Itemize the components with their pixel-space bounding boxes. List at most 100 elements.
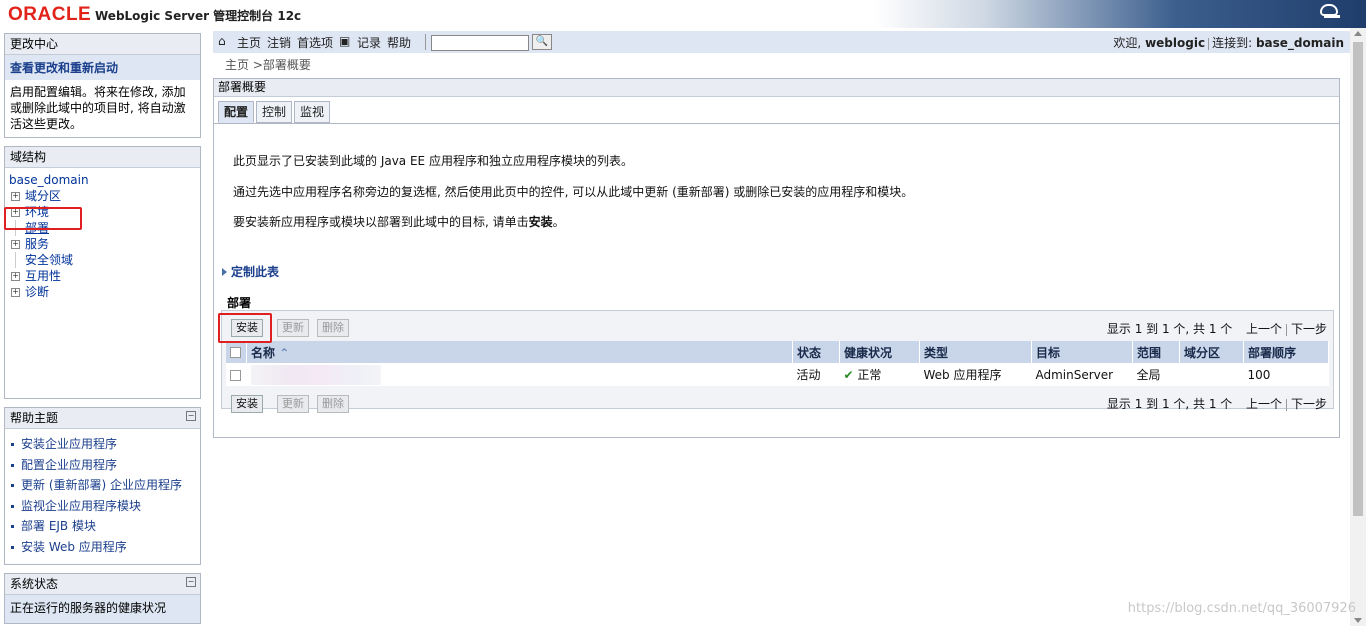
col-target[interactable]: 目标 bbox=[1031, 341, 1133, 363]
tree-item-interoperability[interactable]: + 互用性 bbox=[9, 268, 196, 284]
col-scope[interactable]: 范围 bbox=[1132, 341, 1180, 363]
welcome-area: 欢迎, weblogic 连接到: base_domain bbox=[1113, 36, 1344, 50]
tree-item-partitions[interactable]: + 域分区 bbox=[9, 188, 196, 204]
next-link[interactable]: 下一步 bbox=[1291, 397, 1327, 411]
description-2: 通过先选中应用程序名称旁边的复选框, 然后使用此页中的控件, 可以从此域中更新 … bbox=[233, 185, 914, 199]
highlight-box bbox=[218, 313, 272, 343]
system-status-text: 正在运行的服务器的健康状况 bbox=[5, 594, 200, 623]
scroll-down-icon[interactable] bbox=[1354, 618, 1362, 623]
ok-check-icon: ✔ bbox=[843, 368, 854, 382]
prev-link[interactable]: 上一个 bbox=[1246, 397, 1282, 411]
help-link[interactable]: 部署 EJB 模块 bbox=[9, 516, 196, 537]
scroll-thumb[interactable] bbox=[1353, 42, 1363, 516]
help-link[interactable]: 更新 (重新部署) 企业应用程序 bbox=[9, 475, 196, 496]
help-link[interactable]: 帮助 bbox=[387, 34, 411, 51]
row-health: ✔ 正常 bbox=[839, 363, 920, 386]
sort-asc-icon: ⌃ bbox=[279, 345, 290, 360]
scroll-up-icon[interactable] bbox=[1354, 31, 1362, 36]
page-scrollbar[interactable] bbox=[1350, 28, 1366, 626]
logout-link[interactable]: 注销 bbox=[267, 34, 291, 51]
deployments-table: 名称 ⌃ 状态 健康状况 类型 目标 范围 域分区 部署顺序 活动 ✔ 正常 W… bbox=[226, 341, 1329, 386]
left-column: 更改中心 查看更改和重新启动 启用配置编辑。将来在修改, 添加或删除此域中的项目… bbox=[4, 33, 201, 632]
help-link[interactable]: 配置企业应用程序 bbox=[9, 455, 196, 476]
row-checkbox[interactable] bbox=[226, 363, 247, 386]
row-type: Web 应用程序 bbox=[919, 363, 1032, 386]
delete-button[interactable]: 删除 bbox=[317, 319, 349, 337]
help-link[interactable]: 安装企业应用程序 bbox=[9, 434, 196, 455]
select-all-checkbox[interactable] bbox=[226, 341, 247, 363]
redacted-name bbox=[250, 364, 381, 385]
tab-configuration[interactable]: 配置 bbox=[218, 101, 255, 123]
tree-item-services[interactable]: + 服务 bbox=[9, 236, 196, 252]
row-status: 活动 bbox=[792, 363, 840, 386]
watermark: https://blog.csdn.net/qq_36007926 bbox=[1127, 601, 1356, 616]
col-health[interactable]: 健康状况 bbox=[839, 341, 920, 363]
system-status-title: 系统状态 − bbox=[5, 573, 200, 595]
domain-structure-title: 域结构 bbox=[5, 147, 200, 168]
view-changes-link[interactable]: 查看更改和重新启动 bbox=[5, 55, 200, 80]
col-order[interactable]: 部署顺序 bbox=[1243, 341, 1329, 363]
deployments-summary-panel: 部署概要 配置 控制 监视 此页显示了已安装到此域的 Java EE 应用程序和… bbox=[213, 78, 1340, 438]
expand-icon[interactable]: + bbox=[11, 272, 20, 281]
prev-link[interactable]: 上一个 bbox=[1246, 322, 1282, 336]
help-topics-title: 帮助主题 − bbox=[5, 408, 200, 429]
col-type[interactable]: 类型 bbox=[919, 341, 1032, 363]
pager-top: 显示 1 到 1 个, 共 1 个 上一个 下一步 bbox=[1106, 322, 1327, 336]
tree-root[interactable]: base_domain bbox=[9, 172, 196, 188]
description-3: 要安装新应用程序或模块以部署到此域中的目标, 请单击安装。 bbox=[233, 215, 565, 229]
tree-item-diagnostics[interactable]: + 诊断 bbox=[9, 284, 196, 300]
system-status-panel: 系统状态 − 正在运行的服务器的健康状况 bbox=[4, 572, 201, 624]
table-header-row: 名称 ⌃ 状态 健康状况 类型 目标 范围 域分区 部署顺序 bbox=[226, 341, 1329, 363]
top-banner: ORACLE WebLogic Server 管理控制台 12c bbox=[0, 0, 1366, 28]
deployments-table-container: 安装 更新 删除 显示 1 到 1 个, 共 1 个 上一个 下一步 名称 ⌃ 状… bbox=[221, 310, 1334, 413]
user-name: weblogic bbox=[1145, 36, 1206, 50]
expand-icon[interactable]: + bbox=[11, 288, 20, 297]
tab-control[interactable]: 控制 bbox=[256, 101, 293, 123]
change-center-title: 更改中心 bbox=[5, 34, 200, 55]
row-scope: 全局 bbox=[1132, 363, 1180, 386]
help-link[interactable]: 监视企业应用程序模块 bbox=[9, 496, 196, 517]
update-button-bottom[interactable]: 更新 bbox=[277, 395, 309, 413]
deployments-section-title: 部署 bbox=[227, 296, 252, 310]
help-topics-panel: 帮助主题 − 安装企业应用程序 配置企业应用程序 更新 (重新部署) 企业应用程… bbox=[4, 407, 201, 565]
oracle-logo: ORACLE bbox=[8, 4, 92, 25]
preferences-link[interactable]: 首选项 bbox=[297, 34, 333, 51]
toolbar-separator bbox=[425, 34, 426, 50]
row-target: AdminServer bbox=[1031, 363, 1133, 386]
tab-monitoring[interactable]: 监视 bbox=[294, 101, 331, 123]
domain-structure-panel: 域结构 base_domain + 域分区 + 环境 部署 + 服务 安全领域 bbox=[4, 146, 201, 399]
search-input[interactable] bbox=[431, 35, 529, 51]
tree-item-security-realms[interactable]: 安全领域 bbox=[9, 252, 196, 268]
help-icon-base bbox=[1324, 15, 1340, 18]
delete-button-bottom[interactable]: 删除 bbox=[317, 395, 349, 413]
help-link[interactable]: 安装 Web 应用程序 bbox=[9, 537, 196, 558]
row-order: 100 bbox=[1243, 363, 1329, 386]
tree-line bbox=[15, 252, 16, 268]
search-icon[interactable]: 🔍 bbox=[532, 34, 552, 50]
row-name[interactable] bbox=[246, 363, 793, 386]
next-link[interactable]: 下一步 bbox=[1291, 322, 1327, 336]
product-title: WebLogic Server 管理控制台 12c bbox=[95, 9, 302, 23]
home-icon[interactable]: ⌂ bbox=[218, 34, 226, 48]
highlight-box bbox=[4, 207, 82, 230]
table-row: 活动 ✔ 正常 Web 应用程序 AdminServer 全局 100 bbox=[226, 363, 1329, 386]
help-topics-list: 安装企业应用程序 配置企业应用程序 更新 (重新部署) 企业应用程序 监视企业应… bbox=[5, 429, 200, 564]
install-button-bottom[interactable]: 安装 bbox=[231, 395, 263, 413]
col-partition[interactable]: 域分区 bbox=[1179, 341, 1244, 363]
record-link[interactable]: 记录 bbox=[357, 34, 381, 51]
change-center-panel: 更改中心 查看更改和重新启动 启用配置编辑。将来在修改, 添加或删除此域中的项目… bbox=[4, 33, 201, 138]
description-1: 此页显示了已安装到此域的 Java EE 应用程序和独立应用程序模块的列表。 bbox=[233, 154, 633, 168]
home-link[interactable]: 主页 bbox=[237, 34, 261, 51]
customize-table-link[interactable]: 定制此表 bbox=[222, 263, 279, 280]
update-button[interactable]: 更新 bbox=[277, 319, 309, 337]
col-status[interactable]: 状态 bbox=[792, 341, 840, 363]
collapse-icon[interactable]: − bbox=[186, 576, 196, 587]
row-partition bbox=[1179, 363, 1244, 386]
col-name[interactable]: 名称 ⌃ bbox=[246, 341, 793, 363]
breadcrumb[interactable]: 主页 >部署概要 bbox=[225, 56, 311, 73]
expand-icon[interactable]: + bbox=[11, 240, 20, 249]
expand-icon[interactable]: + bbox=[11, 192, 20, 201]
collapse-icon[interactable]: − bbox=[186, 411, 196, 421]
record-icon[interactable]: ▣ bbox=[339, 34, 350, 48]
page-title: 部署概要 bbox=[214, 79, 1339, 97]
